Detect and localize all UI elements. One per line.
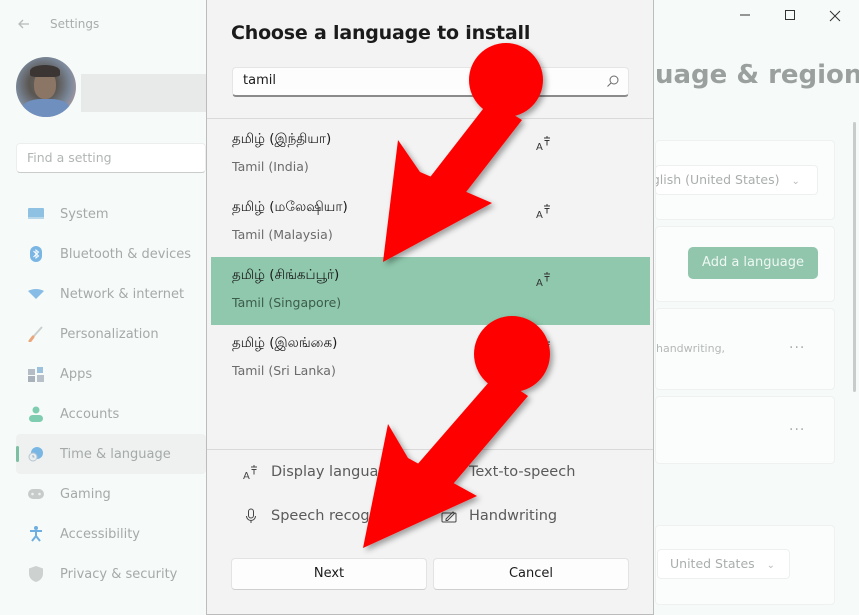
svg-text:A: A [536, 142, 543, 151]
language-english-name: Tamil (Sri Lanka) [232, 363, 336, 378]
microphone-icon [246, 508, 256, 523]
chevron-down-icon: ⌄ [791, 176, 800, 187]
display-language-icon: A [536, 340, 550, 355]
brush-icon [28, 326, 44, 342]
divider [207, 118, 653, 119]
language-native-name: தமிழ் (இலங்கை) [232, 335, 338, 351]
minimize-button[interactable] [735, 8, 755, 26]
wifi-icon [28, 286, 44, 302]
sidebar-item-accounts[interactable]: Accounts [16, 394, 206, 434]
cancel-button[interactable]: Cancel [433, 558, 629, 590]
display-language-value: English (United States) [656, 172, 780, 187]
close-icon [829, 10, 841, 22]
chevron-down-icon: ⌄ [766, 560, 776, 571]
next-button[interactable]: Next [231, 558, 427, 590]
minimize-icon [740, 14, 750, 16]
svg-text:A: A [536, 210, 543, 219]
find-setting-placeholder: Find a setting [27, 150, 112, 165]
page-title: uage & region [655, 60, 859, 90]
shield-icon [28, 566, 44, 582]
sidebar-item-accessibility[interactable]: Accessibility [16, 514, 206, 554]
sidebar-item-time-language[interactable]: Time & language [16, 434, 206, 474]
find-setting-input[interactable]: Find a setting [16, 143, 206, 173]
accessibility-icon [28, 526, 44, 542]
display-language-icon: A [536, 272, 550, 287]
display-language-icon: A [536, 136, 550, 151]
language-english-name: Tamil (Malaysia) [232, 227, 333, 242]
language-item-tamil-singapore[interactable]: தமிழ் (சிங்கப்பூர்) Tamil (Singapore) A [211, 257, 650, 325]
search-icon[interactable] [606, 74, 620, 88]
globe-clock-icon [28, 446, 44, 462]
monitor-icon [28, 206, 44, 222]
divider [207, 449, 653, 450]
language-search-box[interactable] [232, 67, 629, 97]
display-language-icon: A [243, 465, 257, 480]
language-entry-features: , handwriting, [655, 342, 726, 355]
handwriting-icon [441, 511, 457, 523]
back-arrow-icon [18, 19, 29, 29]
svg-text:A: A [536, 278, 543, 287]
person-icon [28, 406, 44, 422]
more-options-button[interactable]: ··· [789, 422, 805, 438]
scrollbar[interactable] [853, 122, 856, 392]
text-to-speech-icon [442, 464, 457, 480]
language-english-name: Tamil (India) [232, 159, 309, 174]
sidebar-item-gaming[interactable]: Gaming [16, 474, 206, 514]
country-region-dropdown[interactable]: United States ⌄ [657, 549, 790, 579]
language-list: தமிழ் (இந்தியா) Tamil (India) A தமிழ் (ம… [211, 121, 650, 393]
language-search-input[interactable] [243, 73, 583, 88]
language-native-name: தமிழ் (இந்தியா) [232, 131, 332, 147]
more-options-button[interactable]: ··· [789, 340, 805, 356]
country-region-value: United States [670, 556, 755, 571]
back-button[interactable] [16, 16, 32, 32]
sidebar-item-bluetooth[interactable]: Bluetooth & devices [16, 234, 206, 274]
apps-icon [28, 366, 44, 382]
bluetooth-icon [28, 246, 44, 262]
sidebar-item-network[interactable]: Network & internet [16, 274, 206, 314]
display-language-icon: A [536, 204, 550, 219]
language-english-name: Tamil (Singapore) [232, 295, 342, 310]
choose-language-dialog: Choose a language to install தமிழ் (இந்த… [206, 0, 654, 615]
gamepad-icon [28, 486, 44, 502]
add-language-button[interactable]: Add a language [688, 247, 818, 279]
sidebar-item-apps[interactable]: Apps [16, 354, 206, 394]
svg-text:A: A [536, 346, 543, 355]
language-entry-card [655, 396, 835, 464]
language-native-name: தமிழ் (சிங்கப்பூர்) [232, 267, 340, 283]
feature-display-language: A Display language [243, 464, 397, 480]
maximize-button[interactable] [780, 8, 800, 26]
feature-text-to-speech: Text-to-speech [441, 464, 575, 480]
close-button[interactable] [825, 8, 845, 26]
svg-text:A: A [243, 471, 250, 480]
sidebar-item-personalization[interactable]: Personalization [16, 314, 206, 354]
active-indicator [16, 446, 19, 462]
maximize-icon [785, 10, 795, 20]
language-item-tamil-sri-lanka[interactable]: தமிழ் (இலங்கை) Tamil (Sri Lanka) A [211, 325, 650, 393]
language-item-tamil-malaysia[interactable]: தமிழ் (மலேஷியா) Tamil (Malaysia) A [211, 189, 650, 257]
window-title: Settings [50, 17, 100, 31]
dialog-title: Choose a language to install [231, 22, 531, 44]
feature-speech-recognition: Speech recognition [243, 508, 411, 524]
language-native-name: தமிழ் (மலேஷியா) [232, 199, 348, 215]
feature-handwriting: Handwriting [441, 508, 557, 524]
sidebar-nav: System Bluetooth & devices Network & int… [16, 194, 206, 594]
display-language-dropdown[interactable]: English (United States) ⌄ [655, 165, 818, 195]
language-item-tamil-india[interactable]: தமிழ் (இந்தியா) Tamil (India) A [211, 121, 650, 189]
user-info-redacted [81, 74, 206, 112]
sidebar-item-system[interactable]: System [16, 194, 206, 234]
avatar[interactable] [16, 57, 76, 117]
sidebar-item-privacy[interactable]: Privacy & security [16, 554, 206, 594]
